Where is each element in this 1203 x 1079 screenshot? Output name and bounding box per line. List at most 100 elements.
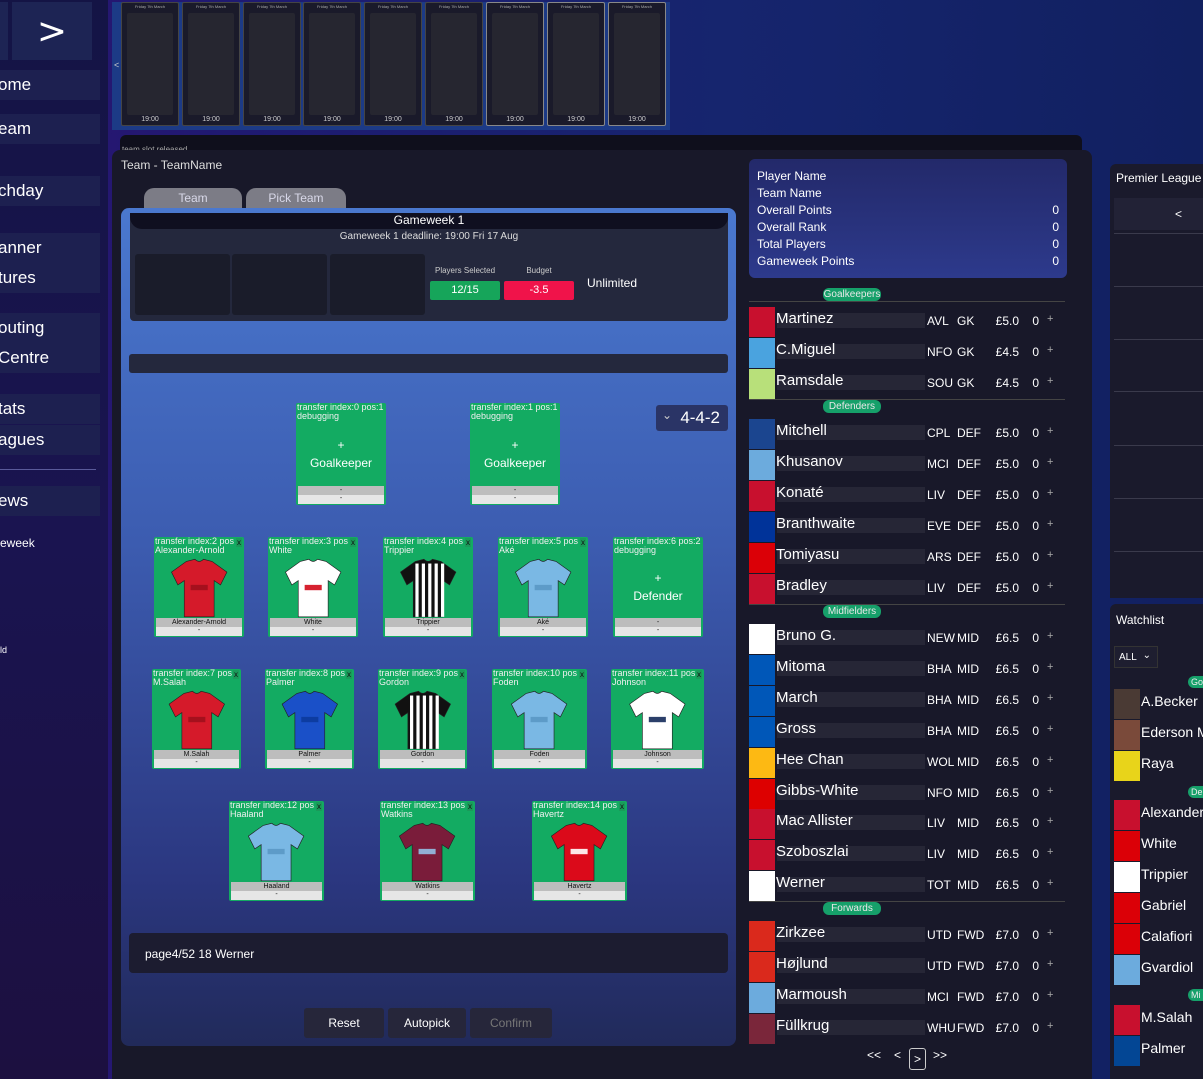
add-player-button[interactable]: + (1047, 375, 1053, 387)
pitch-slot[interactable]: transfer index:6 pos:2 debugging + Defender… (613, 537, 703, 637)
remove-player-button[interactable]: x (236, 538, 242, 547)
add-player-button[interactable]: + (1047, 518, 1053, 530)
watchlist-row[interactable]: Palmer (1114, 1036, 1203, 1066)
watchlist-row[interactable]: Raya (1114, 751, 1203, 781)
strip-left-arrow[interactable]: < (114, 60, 119, 70)
player-row[interactable]: Mac Allister LIV MID £6.5 0 + (749, 809, 1067, 839)
add-player-button[interactable]: + (1047, 487, 1053, 499)
pager-prev[interactable]: < (894, 1048, 901, 1062)
player-row[interactable]: Khusanov MCI DEF £5.0 0 + (749, 450, 1067, 480)
reset-button[interactable]: Reset (304, 1008, 384, 1038)
add-player-button[interactable]: + (1047, 313, 1053, 325)
player-row[interactable]: Szoboszlai LIV MID £6.5 0 + (749, 840, 1067, 870)
player-row[interactable]: Füllkrug WHU FWD £7.0 0 + (749, 1014, 1067, 1044)
nav-item-matchday[interactable]: chday (0, 176, 100, 206)
remove-player-button[interactable]: x (619, 802, 625, 811)
pager-last[interactable]: >> (933, 1048, 947, 1062)
fixture-card[interactable]: Friday 7th March 19:00 (425, 2, 483, 126)
pager-first[interactable]: << (867, 1048, 881, 1062)
fixture-card[interactable]: Friday 7th March 19:00 (303, 2, 361, 126)
player-row[interactable]: Tomiyasu ARS DEF £5.0 0 + (749, 543, 1067, 573)
autopick-button[interactable]: Autopick (388, 1008, 466, 1038)
nav-item-leagues[interactable]: agues (0, 425, 100, 455)
pitch-slot[interactable]: transfer index:8 pos Palmer x Palmer - (265, 669, 354, 769)
nav-item-team[interactable]: eam (0, 114, 100, 144)
add-player-button[interactable]: + (1047, 630, 1053, 642)
add-player-button[interactable]: + (1047, 785, 1053, 797)
fixture-card[interactable]: Friday 7th March 19:00 (243, 2, 301, 126)
pitch-slot[interactable]: transfer index:3 pos White x White - (268, 537, 358, 637)
add-player-button[interactable]: + (1047, 1020, 1053, 1032)
player-row[interactable]: Martinez AVL GK £5.0 0 + (749, 307, 1067, 337)
fixture-card[interactable]: Friday 7th March 19:00 (121, 2, 179, 126)
add-player-button[interactable]: + (1047, 927, 1053, 939)
nav-item-home[interactable]: ome (0, 70, 100, 100)
player-row[interactable]: Mitoma BHA MID £6.5 0 + (749, 655, 1067, 685)
add-player-button[interactable]: + (1047, 580, 1053, 592)
remove-player-button[interactable]: x (465, 538, 471, 547)
formation-select[interactable]: ⌄ 4-4-2 (656, 405, 728, 431)
player-row[interactable]: Branthwaite EVE DEF £5.0 0 + (749, 512, 1067, 542)
pitch-slot[interactable]: transfer index:13 pos Watkins x Watkins - (380, 801, 475, 901)
pitch-slot[interactable]: transfer index:4 pos Trippier x Trippier - (383, 537, 473, 637)
sidebar-toggle-button[interactable]: > (12, 2, 92, 60)
add-player-button[interactable]: + (1047, 846, 1053, 858)
watchlist-row[interactable]: A.Becker (1114, 689, 1203, 719)
pitch-slot[interactable]: transfer index:2 pos Alexander-Arnold x Ale… (154, 537, 244, 637)
nav-item-fixtures[interactable]: tures (0, 263, 100, 293)
add-player-button[interactable]: + (1047, 661, 1053, 673)
watchlist-row[interactable]: Ederson M (1114, 720, 1203, 750)
premier-league-prev[interactable]: < (1175, 207, 1182, 221)
add-player-button[interactable]: + (1047, 958, 1053, 970)
player-row[interactable]: Bruno G. NEW MID £6.5 0 + (749, 624, 1067, 654)
pitch-slot[interactable]: transfer index:9 pos Gordon x Gordon - (378, 669, 467, 769)
player-row[interactable]: Konaté LIV DEF £5.0 0 + (749, 481, 1067, 511)
player-row[interactable]: Marmoush MCI FWD £7.0 0 + (749, 983, 1067, 1013)
nav-item-scouting[interactable]: outing (0, 313, 100, 343)
remove-player-button[interactable]: x (350, 538, 356, 547)
add-player-button[interactable]: + (1047, 692, 1053, 704)
fixture-card[interactable]: Friday 7th March 19:00 (182, 2, 240, 126)
remove-player-button[interactable]: x (580, 538, 586, 547)
remove-player-button[interactable]: x (346, 670, 352, 679)
remove-player-button[interactable]: x (579, 670, 585, 679)
watchlist-row[interactable]: White (1114, 831, 1203, 861)
watchlist-row[interactable]: Gvardiol (1114, 955, 1203, 985)
add-player-button[interactable]: + (1047, 754, 1053, 766)
nav-item-news[interactable]: ews (0, 486, 100, 516)
player-row[interactable]: Bradley LIV DEF £5.0 0 + (749, 574, 1067, 604)
add-player-button[interactable]: + (1047, 815, 1053, 827)
pager-next[interactable]: > (909, 1048, 926, 1070)
remove-player-button[interactable]: x (696, 670, 702, 679)
add-player-button[interactable]: + (1047, 549, 1053, 561)
fixture-card[interactable]: Friday 7th March 19:00 (608, 2, 666, 126)
player-row[interactable]: Mitchell CPL DEF £5.0 0 + (749, 419, 1067, 449)
player-row[interactable]: March BHA MID £6.5 0 + (749, 686, 1067, 716)
remove-player-button[interactable]: x (233, 670, 239, 679)
fixture-card[interactable]: Friday 7th March 19:00 (364, 2, 422, 126)
add-player-button[interactable]: + (1047, 425, 1053, 437)
player-row[interactable]: C.Miguel NFO GK £4.5 0 + (749, 338, 1067, 368)
player-row[interactable]: Højlund UTD FWD £7.0 0 + (749, 952, 1067, 982)
nav-item-stats[interactable]: tats (0, 394, 100, 424)
watchlist-row[interactable]: Alexander (1114, 800, 1203, 830)
remove-player-button[interactable]: x (316, 802, 322, 811)
confirm-button[interactable]: Confirm (470, 1008, 552, 1038)
pitch-slot[interactable]: transfer index:5 pos Aké x Aké - (498, 537, 588, 637)
pitch-slot[interactable]: transfer index:0 pos:1 debugging + Goalkeep… (296, 403, 386, 505)
nav-item-centre[interactable]: Centre (0, 343, 100, 373)
add-player-button[interactable]: + (1047, 456, 1053, 468)
pitch-slot[interactable]: transfer index:10 pos Foden x Foden - (492, 669, 587, 769)
nav-item-planner[interactable]: anner (0, 233, 100, 263)
pitch-slot[interactable]: transfer index:12 pos Haaland x Haaland - (229, 801, 324, 901)
add-player-button[interactable]: + (1047, 723, 1053, 735)
add-player-button[interactable]: + (1047, 877, 1053, 889)
remove-player-button[interactable]: x (467, 802, 473, 811)
tab-pick-team[interactable]: Pick Team (246, 188, 346, 210)
pitch-slot[interactable]: transfer index:1 pos:1 debugging + Goalkeep… (470, 403, 560, 505)
pitch-slot[interactable]: transfer index:11 pos Johnson x Johnson - (611, 669, 704, 769)
add-player-button[interactable]: + (1047, 344, 1053, 356)
player-row[interactable]: Werner TOT MID £6.5 0 + (749, 871, 1067, 901)
watchlist-row[interactable]: Gabriel (1114, 893, 1203, 923)
add-player-button[interactable]: + (1047, 989, 1053, 1001)
